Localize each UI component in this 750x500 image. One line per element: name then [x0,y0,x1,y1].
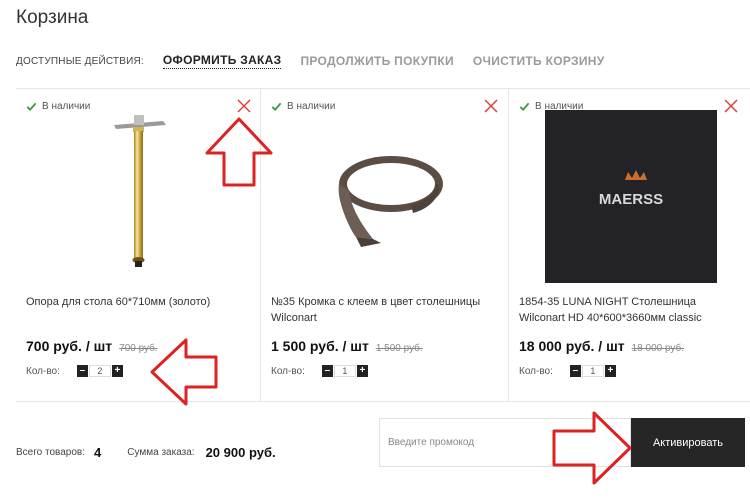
order-sum-value: 20 900 руб. [205,444,276,460]
decrease-quantity-button[interactable]: – [76,365,88,377]
total-items-label: Всего товаров: [16,446,86,458]
continue-shopping-link[interactable]: ПРОДОЛЖИТЬ ПОКУПКИ [300,54,453,68]
cart-items-grid: В наличии Опора для стола 60*710мм (золо… [16,88,750,402]
check-icon [271,102,282,112]
promo-code-input[interactable] [379,418,631,467]
product-name[interactable]: №35 Кромка с клеем в цвет столешницы Wil… [271,294,493,326]
clear-cart-link[interactable]: ОЧИСТИТЬ КОРЗИНУ [473,54,605,68]
edge-band-roll-image [338,156,443,247]
quantity-input[interactable]: 2 [88,365,111,377]
remove-item-icon[interactable] [483,98,499,114]
price-block: 18 000 руб. / шт 18 000 руб. [519,338,684,354]
check-icon [519,102,530,112]
cart-summary: Всего товаров: 4 Сумма заказа: 20 900 ру… [16,420,376,484]
old-price: 700 руб. [119,343,158,354]
quantity-stepper: Кол-во: – 2 + [26,365,123,377]
remove-item-icon[interactable] [236,98,252,114]
table-leg-image [114,115,166,267]
decrease-quantity-button[interactable]: – [569,365,581,377]
product-name[interactable]: 1854-35 LUNA NIGHT Столешница Wilconart … [519,294,741,326]
old-price: 18 000 руб. [631,343,685,354]
old-price: 1 500 руб. [375,343,423,354]
increase-quantity-button[interactable]: + [356,365,368,377]
quantity-label: Кол-во: [26,365,60,377]
stock-status: В наличии [26,101,90,112]
current-price: 1 500 руб. / шт [271,338,369,354]
quantity-stepper: Кол-во: – 1 + [519,365,616,377]
quantity-label: Кол-во: [519,365,553,377]
stock-label: В наличии [42,101,91,112]
product-name[interactable]: Опора для стола 60*710мм (золото) [26,294,248,310]
cart-actions-bar: ДОСТУПНЫЕ ДЕЙСТВИЯ: ОФОРМИТЬ ЗАКАЗ ПРОДО… [16,52,624,70]
stock-status: В наличии [271,101,335,112]
decrease-quantity-button[interactable]: – [321,365,333,377]
cart-item: В наличии MAERSS 1854-35 LUNA NIGHT Стол… [509,89,750,402]
total-items-count: 4 [94,444,102,460]
quantity-input[interactable]: 1 [581,365,604,377]
increase-quantity-button[interactable]: + [111,365,123,377]
activate-promo-button[interactable]: Активировать [631,418,745,467]
countertop-image: MAERSS [545,110,717,283]
price-block: 700 руб. / шт 700 руб. [26,338,158,354]
cart-item: В наличии Опора для стола 60*710мм (золо… [16,89,261,402]
available-actions-label: ДОСТУПНЫЕ ДЕЙСТВИЯ: [16,55,144,67]
quantity-input[interactable]: 1 [333,365,356,377]
checkout-link[interactable]: ОФОРМИТЬ ЗАКАЗ [162,53,282,69]
order-sum-label: Сумма заказа: [127,446,195,458]
increase-quantity-button[interactable]: + [604,365,616,377]
current-price: 700 руб. / шт [26,338,113,354]
quantity-label: Кол-во: [271,365,305,377]
check-icon [26,102,37,112]
remove-item-icon[interactable] [723,98,739,114]
current-price: 18 000 руб. / шт [519,338,625,354]
cart-item: В наличии №35 Кромка с клеем в цвет стол… [261,89,509,402]
page-title: Корзина [16,7,89,28]
price-block: 1 500 руб. / шт 1 500 руб. [271,338,423,354]
stock-label: В наличии [287,101,336,112]
brand-logo-text: MAERSS [599,191,663,208]
quantity-stepper: Кол-во: – 1 + [271,365,368,377]
